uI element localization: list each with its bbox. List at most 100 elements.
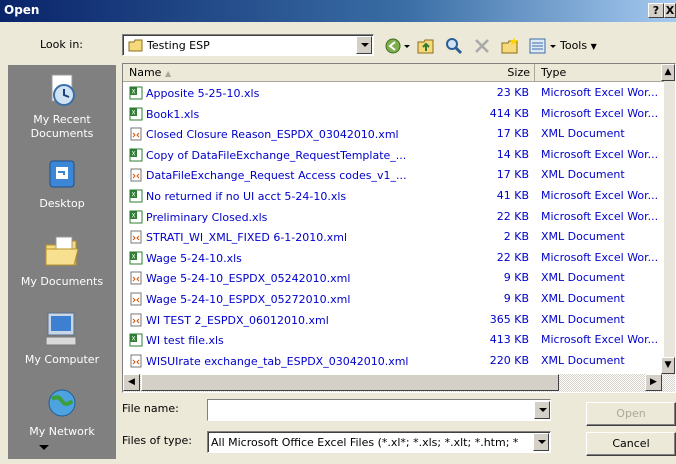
file-name: X Wage 5-24-10.xls bbox=[129, 251, 242, 265]
file-row[interactable]: Closed Closure Reason_ESPDX_03042010.xml… bbox=[123, 124, 675, 144]
window-title: Open bbox=[4, 3, 40, 17]
look-in-combo[interactable]: Testing ESP bbox=[122, 34, 374, 56]
place-my-computer[interactable]: My Computer bbox=[8, 311, 116, 367]
file-row[interactable]: DataFileExchange_Request Access codes_v1… bbox=[123, 165, 675, 185]
horizontal-scrollbar[interactable]: ◀ ▶ bbox=[123, 374, 675, 392]
tools-menu[interactable]: Tools ▼ bbox=[560, 39, 597, 52]
scroll-right-button[interactable]: ▶ bbox=[645, 374, 662, 391]
file-name-text: Preliminary Closed.xls bbox=[146, 210, 268, 224]
cancel-label: Cancel bbox=[612, 437, 650, 450]
excel-file-icon: X bbox=[129, 251, 143, 265]
horizontal-scroll-thumb[interactable] bbox=[141, 374, 559, 391]
file-list[interactable]: Name ▲ Size Type X Apposite 5-25-10.xls 23… bbox=[122, 63, 676, 393]
place-label: My Network bbox=[29, 425, 95, 438]
file-name-text: No returned if no UI acct 5-24-10.xls bbox=[146, 190, 347, 203]
file-size: 413 KB bbox=[489, 333, 529, 347]
file-type-dropdown-button[interactable] bbox=[533, 433, 549, 451]
file-name-text: Wage 5-24-10.xls bbox=[146, 251, 242, 265]
column-header-type[interactable]: Type bbox=[535, 64, 666, 82]
recent-documents-icon bbox=[51, 74, 75, 106]
help-button[interactable]: ? bbox=[648, 3, 664, 18]
back-dropdown-icon[interactable] bbox=[402, 36, 412, 56]
scroll-down-button[interactable]: ▼ bbox=[661, 357, 675, 374]
file-name: X Preliminary Closed.xls bbox=[129, 210, 267, 224]
place-recent-documents[interactable]: My Recent Documents bbox=[8, 73, 116, 141]
file-row[interactable]: X No returned if no UI acct 5-24-10.xls 41… bbox=[123, 186, 675, 206]
file-row[interactable]: X Copy of DataFileExchange_RequestTemplat… bbox=[123, 145, 675, 165]
file-name-text: Apposite 5-25-10.xls bbox=[146, 87, 260, 100]
place-label: My Documents bbox=[20, 275, 104, 288]
place-my-documents[interactable]: My Documents bbox=[8, 235, 116, 289]
back-icon[interactable] bbox=[384, 36, 404, 56]
file-size: 23 KB bbox=[496, 86, 529, 99]
excel-file-icon: X bbox=[129, 210, 143, 224]
xml-file-icon bbox=[130, 168, 142, 182]
file-name-input[interactable] bbox=[207, 399, 551, 421]
file-name: DataFileExchange_Request Access codes_v1… bbox=[129, 168, 407, 182]
place-my-network[interactable]: My Network bbox=[8, 387, 116, 439]
file-size: 414 KB bbox=[489, 106, 529, 120]
file-size: 22 KB bbox=[496, 250, 529, 264]
cancel-button[interactable]: Cancel bbox=[586, 432, 676, 456]
vertical-scrollbar[interactable]: ▲ ▼ bbox=[661, 64, 675, 374]
file-name-dropdown-button[interactable] bbox=[534, 401, 550, 419]
file-type: XML Document bbox=[541, 353, 625, 367]
file-name: X Apposite 5-25-10.xls bbox=[129, 86, 259, 100]
xml-file-icon bbox=[130, 127, 142, 141]
file-name-text: Wage 5-24-10_ESPDX_05272010.xml bbox=[146, 293, 351, 306]
places-scroll-down-icon[interactable] bbox=[38, 443, 50, 453]
place-desktop[interactable]: Desktop bbox=[8, 157, 116, 211]
file-type: Microsoft Excel Wor... bbox=[541, 106, 659, 120]
file-row[interactable]: X WI test file.xls 413 KB Microsoft Excel W… bbox=[123, 330, 675, 350]
file-row[interactable]: WISUIrate exchange_tab_ESPDX_03042010.xm… bbox=[123, 351, 675, 371]
column-type-label: Type bbox=[541, 66, 567, 79]
file-row[interactable]: X Book1.xls 414 KB Microsoft Excel Wor... bbox=[123, 104, 675, 124]
place-label: My Computer bbox=[24, 353, 100, 366]
file-row[interactable]: X Wage 5-24-10.xls 22 KB Microsoft Excel Wo… bbox=[123, 248, 675, 268]
open-label: Open bbox=[616, 407, 646, 420]
svg-text:X: X bbox=[132, 336, 136, 343]
place-label: My Recent Documents bbox=[30, 113, 94, 140]
column-header-size[interactable]: Size bbox=[495, 64, 535, 82]
file-row[interactable]: X Preliminary Closed.xls 22 KB Microsoft Ex… bbox=[123, 207, 675, 227]
look-in-dropdown-button[interactable] bbox=[356, 36, 372, 54]
file-type-value: All Microsoft Office Excel Files (*.xl*;… bbox=[211, 436, 519, 449]
delete-icon[interactable] bbox=[472, 36, 492, 56]
open-button[interactable]: Open bbox=[586, 402, 676, 426]
file-type: Microsoft Excel Wor... bbox=[541, 86, 659, 99]
xml-file-icon bbox=[130, 292, 142, 306]
file-size: 22 KB bbox=[496, 209, 529, 223]
file-name-text: STRATI_WI_XML_FIXED 6-1-2010.xml bbox=[146, 231, 348, 245]
file-row[interactable]: X Apposite 5-25-10.xls 23 KB Microsoft Exce… bbox=[123, 83, 675, 103]
file-row[interactable]: STRATI_WI_XML_FIXED 6-1-2010.xml 2 KB XML … bbox=[123, 227, 675, 247]
file-size: 220 KB bbox=[489, 353, 529, 367]
file-type-combo[interactable]: All Microsoft Office Excel Files (*.xl*;… bbox=[207, 431, 551, 453]
file-name: X WI test file.xls bbox=[129, 333, 224, 347]
place-label: Desktop bbox=[39, 197, 85, 210]
column-header-name[interactable]: Name ▲ bbox=[123, 64, 533, 82]
tools-dropdown-icon: ▼ bbox=[590, 42, 597, 51]
look-in-value: Testing ESP bbox=[147, 39, 210, 52]
file-size: 14 KB bbox=[496, 147, 529, 161]
close-button[interactable]: X bbox=[664, 3, 676, 18]
file-type: Microsoft Excel Wor... bbox=[541, 250, 659, 264]
file-row[interactable]: Wage 5-24-10_ESPDX_05242010.xml 9 KB XML D… bbox=[123, 268, 675, 288]
new-folder-icon[interactable] bbox=[500, 36, 520, 56]
up-folder-icon[interactable] bbox=[416, 36, 436, 56]
file-name: Closed Closure Reason_ESPDX_03042010.xml bbox=[129, 127, 399, 141]
xml-file-icon bbox=[130, 271, 142, 285]
file-name-text: WI TEST 2_ESPDX_06012010.xml bbox=[146, 313, 329, 327]
file-row[interactable]: WI TEST 2_ESPDX_06012010.xml 365 KB XML Do… bbox=[123, 310, 675, 330]
file-row[interactable]: Wage 5-24-10_ESPDX_05272010.xml 9 KB XML D… bbox=[123, 289, 675, 309]
file-name-label: File name: bbox=[122, 402, 179, 415]
scroll-up-button[interactable]: ▲ bbox=[661, 64, 675, 81]
desktop-icon bbox=[49, 160, 75, 188]
views-dropdown-icon[interactable] bbox=[548, 36, 558, 56]
scroll-left-button[interactable]: ◀ bbox=[123, 374, 140, 391]
file-name-text: Copy of DataFileExchange_RequestTemplate… bbox=[146, 148, 407, 162]
search-web-icon[interactable] bbox=[444, 36, 464, 56]
views-icon[interactable] bbox=[528, 36, 548, 56]
file-size: 9 KB bbox=[503, 292, 529, 305]
excel-file-icon: X bbox=[129, 148, 143, 162]
svg-text:X: X bbox=[132, 212, 136, 219]
